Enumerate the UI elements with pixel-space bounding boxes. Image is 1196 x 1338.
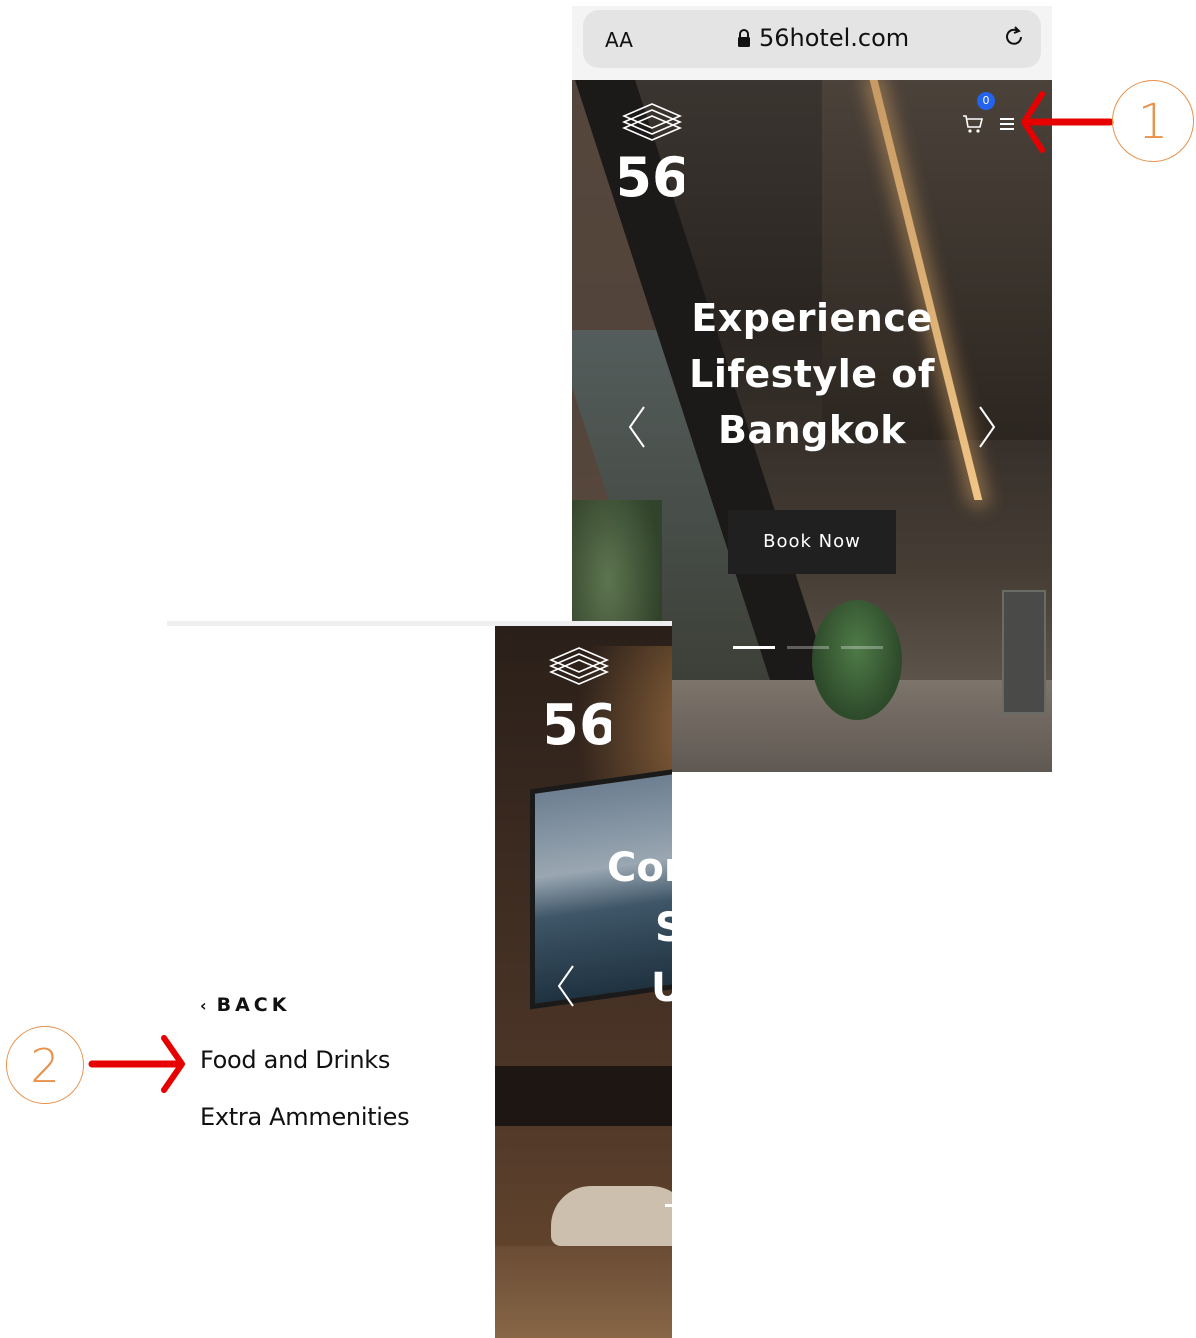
hero-title-line: Experience bbox=[691, 296, 933, 340]
svg-text:56: 56 bbox=[620, 146, 684, 202]
text-size-button[interactable]: AA bbox=[605, 28, 633, 52]
hero-image-plant bbox=[812, 600, 902, 720]
hero2-title-line: S bbox=[655, 905, 672, 951]
slide-indicator[interactable] bbox=[787, 646, 829, 649]
menu-item-food-and-drinks[interactable]: Food and Drinks bbox=[200, 1046, 390, 1074]
previous-slide-icon[interactable] bbox=[626, 405, 648, 449]
hero2-title: Cor S U bbox=[607, 838, 672, 1018]
url-text: 56hotel.com bbox=[759, 24, 910, 52]
address-bar[interactable]: AA 56hotel.com bbox=[583, 10, 1041, 68]
hero2-title-line: Cor bbox=[607, 845, 672, 891]
book-now-button[interactable]: Book Now bbox=[728, 510, 896, 574]
annotation-arrow-2 bbox=[88, 1035, 185, 1093]
annotation-step-2: 2 bbox=[6, 1026, 84, 1104]
chevron-left-icon: ‹ bbox=[200, 996, 207, 1015]
hero2-image-floor bbox=[495, 1246, 672, 1338]
hotel-logo[interactable]: 56 bbox=[620, 102, 684, 202]
slide-indicator[interactable] bbox=[841, 646, 883, 649]
menu-back-link[interactable]: ‹ BACK bbox=[200, 994, 290, 1016]
hero2-title-line: U bbox=[651, 965, 672, 1011]
hamburger-menu-icon[interactable] bbox=[1000, 118, 1014, 132]
hotel-logo[interactable]: 56 bbox=[547, 646, 611, 750]
text-size-label: AA bbox=[605, 28, 633, 52]
back-label: BACK bbox=[216, 994, 291, 1016]
reload-icon[interactable] bbox=[1001, 24, 1027, 50]
hero2-decoration bbox=[665, 1204, 672, 1207]
cart-icon[interactable] bbox=[962, 114, 984, 134]
cart-count-badge: 0 bbox=[977, 92, 995, 110]
annotation-arrow-1 bbox=[1021, 91, 1114, 153]
slide-indicator-active[interactable] bbox=[733, 646, 775, 649]
hero-slider-2: 56 Cor S U bbox=[495, 626, 672, 1338]
previous-slide-icon[interactable] bbox=[555, 964, 577, 1008]
hero-title-line: Lifestyle of bbox=[689, 352, 935, 396]
svg-text:56: 56 bbox=[547, 693, 611, 750]
hero2-image-desk bbox=[495, 1066, 672, 1126]
browser-toolbar: AA 56hotel.com bbox=[572, 6, 1052, 80]
url-display[interactable]: 56hotel.com bbox=[737, 24, 909, 52]
annotation-step-1: 1 bbox=[1112, 80, 1194, 162]
hero-image-elevator bbox=[1002, 590, 1046, 714]
lock-icon bbox=[738, 29, 750, 47]
menu-item-extra-ammenities[interactable]: Extra Ammenities bbox=[200, 1103, 410, 1131]
hero2-image-chair bbox=[551, 1186, 672, 1246]
next-slide-icon[interactable] bbox=[976, 405, 998, 449]
